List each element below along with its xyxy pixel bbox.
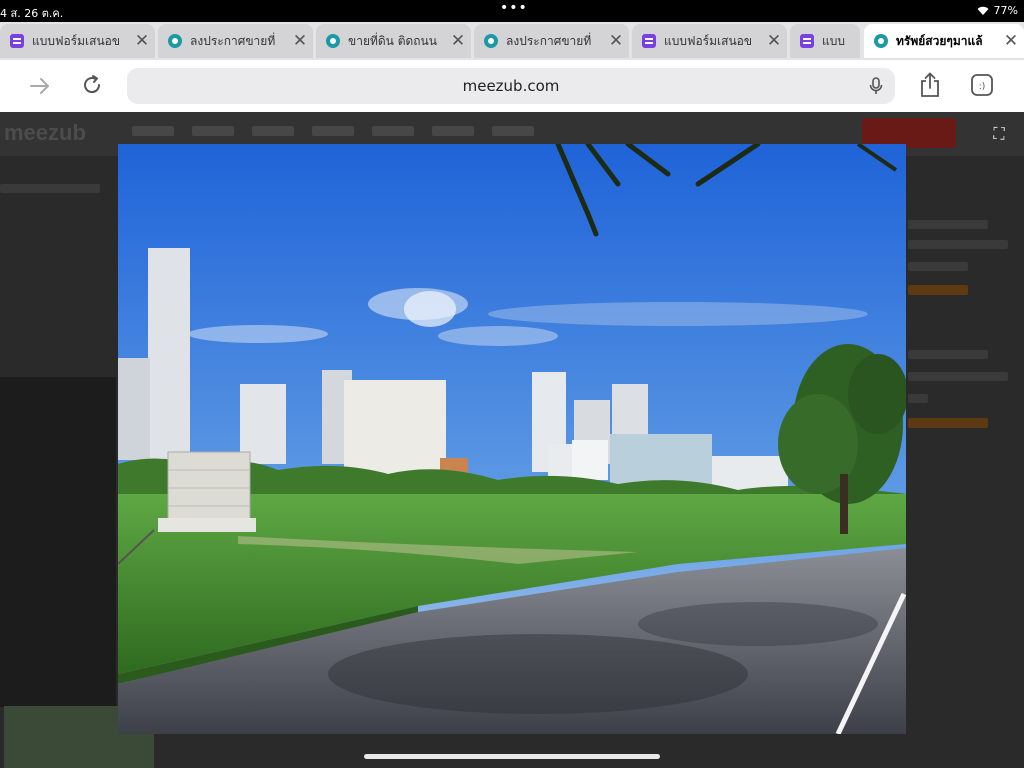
browser-tab[interactable]: แบบฟอร์มเสนอข ✕ <box>632 24 787 58</box>
wifi-icon <box>977 6 989 15</box>
listing-text <box>908 394 928 403</box>
url-text: meezub.com <box>462 77 560 95</box>
home-indicator[interactable] <box>364 754 660 759</box>
forward-icon[interactable] <box>28 75 52 97</box>
tab-title: ลงประกาศขายที่ <box>506 33 592 48</box>
close-tab-icon[interactable]: ✕ <box>761 31 787 51</box>
land-photo <box>118 144 906 734</box>
status-indicators: 77% <box>977 4 1018 17</box>
site-nav-items <box>132 126 534 136</box>
fullscreen-icon[interactable]: ⛶ <box>985 120 1013 148</box>
tab-title: แบบฟอร์มเสนอข <box>32 33 121 48</box>
site-icon <box>326 34 340 48</box>
site-icon <box>168 34 182 48</box>
listing-text <box>908 220 988 229</box>
forms-icon <box>642 34 656 48</box>
page-left-panel <box>0 377 116 707</box>
share-icon[interactable] <box>919 72 941 98</box>
site-icon <box>484 34 498 48</box>
browser-tab[interactable]: ลงประกาศขายที่ ✕ <box>474 24 629 58</box>
listing-text <box>908 240 1008 249</box>
svg-text::): :) <box>979 82 986 92</box>
close-tab-icon[interactable]: ✕ <box>603 31 629 51</box>
address-bar[interactable]: meezub.com <box>127 68 895 104</box>
battery-percent: 77% <box>993 4 1018 17</box>
forms-icon <box>800 34 814 48</box>
close-tab-icon[interactable]: ✕ <box>998 31 1024 51</box>
browser-tab[interactable]: ลงประกาศขายที่ ✕ <box>158 24 313 58</box>
browser-tab[interactable]: ขายที่ดิน ติดถนน ✕ <box>316 24 471 58</box>
browser-tab[interactable]: แบบฟอร์มเสนอข ✕ <box>0 24 155 58</box>
forms-icon <box>10 34 24 48</box>
breadcrumb <box>0 184 100 193</box>
multitasking-dots-icon[interactable]: ••• <box>500 0 528 16</box>
tab-title: แบบ <box>822 33 845 48</box>
tab-title: แบบฟอร์มเสนอข <box>664 33 753 48</box>
tab-title: ทรัพย์สวยๆมาแล้ <box>896 33 983 48</box>
listing-price <box>908 418 988 428</box>
status-bar: 4 ส. 26 ต.ค. ••• 77% <box>0 0 1024 22</box>
status-time: 4 ส. 26 ต.ค. <box>0 7 64 20</box>
browser-tab[interactable]: แบบ <box>790 24 860 58</box>
browser-toolbar: meezub.com :) <box>0 60 1024 112</box>
tab-title: ขายที่ดิน ติดถนน <box>348 33 437 48</box>
browser-tab-active[interactable]: ทรัพย์สวยๆมาแล้ ✕ <box>864 24 1024 58</box>
enlarged-photo[interactable] <box>118 144 906 734</box>
tab-title: ลงประกาศขายที่ <box>190 33 276 48</box>
close-tab-icon[interactable]: ✕ <box>287 31 313 51</box>
reload-icon[interactable] <box>80 73 104 97</box>
tab-overview-icon[interactable]: :) <box>970 73 994 97</box>
listing-text <box>908 262 968 271</box>
site-icon <box>874 34 888 48</box>
close-tab-icon[interactable]: ✕ <box>129 31 155 51</box>
site-logo: meezub <box>4 120 86 145</box>
listing-text <box>908 350 988 359</box>
listing-price <box>908 285 968 295</box>
listing-text <box>908 372 1008 381</box>
microphone-icon[interactable] <box>869 77 883 95</box>
close-tab-icon[interactable]: ✕ <box>445 31 471 51</box>
tab-strip: แบบฟอร์มเสนอข ✕ ลงประกาศขายที่ ✕ ขายที่ด… <box>0 22 1024 60</box>
